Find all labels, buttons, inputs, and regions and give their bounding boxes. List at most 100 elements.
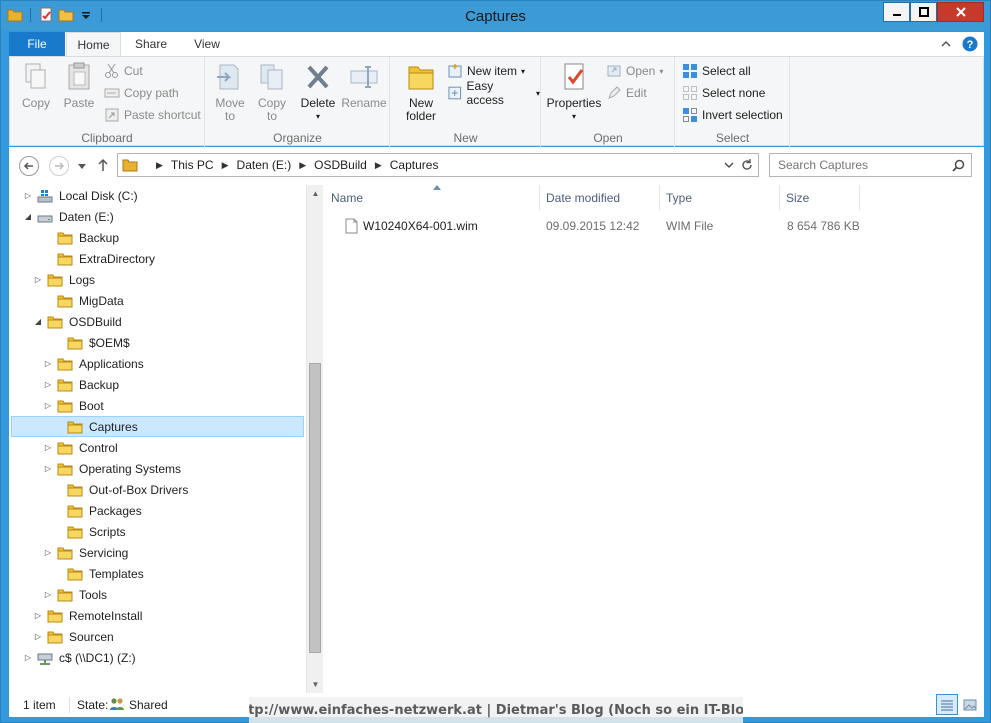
- tree-item[interactable]: ▷ Logs: [9, 269, 305, 290]
- tree-item[interactable]: ▷ RemoteInstall: [9, 605, 305, 626]
- state-label: State:: [77, 698, 109, 712]
- select-none-button[interactable]: Select none: [682, 83, 765, 103]
- file-row[interactable]: W10240X64-001.wim 09.09.2015 12:42 WIM F…: [325, 215, 865, 237]
- tree-item[interactable]: ▷ Operating Systems: [9, 458, 305, 479]
- tree-item[interactable]: $OEM$: [9, 332, 305, 353]
- tree-item[interactable]: ▷ Servicing: [9, 542, 305, 563]
- folder-icon: [57, 358, 73, 370]
- easy-access-button[interactable]: Easy access ▾: [447, 79, 540, 107]
- tree-item[interactable]: ▷ c$ (\\DC1) (Z:): [9, 647, 305, 668]
- minimize-ribbon-icon[interactable]: [940, 38, 952, 50]
- breadcrumb-captures[interactable]: Captures: [390, 158, 439, 172]
- copy-button[interactable]: Copy: [18, 61, 54, 110]
- breadcrumb-this-pc[interactable]: This PC ▶: [171, 158, 237, 172]
- tree-item[interactable]: Packages: [9, 500, 305, 521]
- tree-item[interactable]: ▷ Applications: [9, 353, 305, 374]
- expand-arrow-icon[interactable]: ▷: [23, 191, 33, 200]
- tree-item[interactable]: Captures: [11, 416, 304, 437]
- collapse-arrow-icon[interactable]: ◢: [23, 212, 33, 221]
- expand-arrow-icon[interactable]: ▷: [43, 443, 53, 452]
- file-date: 09.09.2015 12:42: [546, 219, 640, 233]
- copy-to-button[interactable]: Copy to: [254, 61, 290, 123]
- expand-arrow-icon[interactable]: ▷: [43, 590, 53, 599]
- scroll-up-icon[interactable]: ▲: [307, 185, 324, 202]
- search-box[interactable]: [769, 153, 972, 177]
- tree-item[interactable]: ▷ Local Disk (C:): [9, 185, 305, 206]
- open-button[interactable]: Open ▾: [606, 61, 663, 81]
- tree-item[interactable]: ▷ Boot: [9, 395, 305, 416]
- rename-button[interactable]: Rename: [341, 61, 387, 110]
- nav-scrollbar[interactable]: ▲ ▼: [306, 185, 323, 693]
- search-icon[interactable]: [952, 159, 965, 172]
- breadcrumb-osdbuild[interactable]: OSDBuild ▶: [314, 158, 390, 172]
- forward-button[interactable]: [49, 156, 69, 176]
- tree-item[interactable]: ▷ Backup: [9, 374, 305, 395]
- tree-item-label: c$ (\\DC1) (Z:): [59, 650, 136, 665]
- tab-file[interactable]: File: [9, 32, 65, 56]
- tree-item[interactable]: Templates: [9, 563, 305, 584]
- tree-item[interactable]: ▷ Control: [9, 437, 305, 458]
- move-to-button[interactable]: Move to: [212, 61, 248, 123]
- expand-arrow-icon[interactable]: ▷: [33, 632, 43, 641]
- column-header-date[interactable]: Date modified: [540, 185, 660, 210]
- tree-item[interactable]: MigData: [9, 290, 305, 311]
- expand-arrow-icon[interactable]: ▷: [33, 275, 43, 284]
- address-bar[interactable]: ▶ This PC ▶ Daten (E:) ▶ OSDBuild ▶ Capture…: [117, 153, 759, 177]
- expand-arrow-icon[interactable]: ▷: [43, 359, 53, 368]
- select-all-button[interactable]: Select all: [682, 61, 751, 81]
- collapse-arrow-icon[interactable]: ◢: [33, 317, 43, 326]
- cut-button[interactable]: Cut: [104, 61, 143, 81]
- organize-group-label: Organize: [273, 131, 322, 145]
- tree-item[interactable]: ◢ Daten (E:): [9, 206, 305, 227]
- up-arrow-icon[interactable]: [97, 158, 109, 172]
- new-folder-button[interactable]: New folder: [399, 61, 443, 123]
- tree-item[interactable]: Out-of-Box Drivers: [9, 479, 305, 500]
- tab-home[interactable]: Home: [66, 32, 121, 56]
- expand-arrow-icon[interactable]: ▷: [23, 653, 33, 662]
- tree-item[interactable]: ◢ OSDBuild: [9, 311, 305, 332]
- copy-path-button[interactable]: Copy path: [104, 83, 179, 103]
- scroll-down-icon[interactable]: ▼: [307, 676, 324, 693]
- maximize-button[interactable]: [910, 2, 937, 22]
- copy-path-icon: [104, 88, 120, 98]
- column-header-size[interactable]: Size: [780, 185, 860, 210]
- search-input[interactable]: [778, 158, 948, 172]
- new-item-button[interactable]: New item ▾: [447, 61, 525, 81]
- tree-item[interactable]: ExtraDirectory: [9, 248, 305, 269]
- folder-icon: [57, 253, 73, 265]
- tab-share[interactable]: Share: [127, 32, 175, 56]
- refresh-icon[interactable]: [740, 158, 754, 172]
- recent-locations-icon[interactable]: [77, 162, 87, 170]
- close-button[interactable]: [937, 2, 984, 22]
- paste-shortcut-button[interactable]: Paste shortcut: [104, 105, 201, 125]
- group-select: Select all Select none Invert selection …: [676, 57, 790, 147]
- delete-button[interactable]: Delete ▾: [298, 61, 338, 123]
- address-dropdown-icon[interactable]: [724, 161, 734, 169]
- help-icon[interactable]: ?: [962, 36, 978, 52]
- expand-arrow-icon[interactable]: ▷: [43, 464, 53, 473]
- tree-item-label: MigData: [79, 293, 124, 308]
- back-button[interactable]: [19, 156, 39, 176]
- expand-arrow-icon[interactable]: ▷: [43, 548, 53, 557]
- invert-selection-button[interactable]: Invert selection: [682, 105, 783, 125]
- tree-item[interactable]: ▷ Tools: [9, 584, 305, 605]
- column-header-name[interactable]: Name: [325, 185, 540, 210]
- column-header-type[interactable]: Type: [660, 185, 780, 210]
- tree-item[interactable]: Scripts: [9, 521, 305, 542]
- tree-item[interactable]: ▷ Sourcen: [9, 626, 305, 647]
- properties-button[interactable]: Properties ▾: [546, 61, 602, 123]
- select-none-icon: [683, 86, 697, 100]
- expand-arrow-icon[interactable]: ▷: [43, 401, 53, 410]
- delete-x-icon: [307, 65, 329, 89]
- paste-button[interactable]: Paste: [60, 61, 98, 110]
- tab-view[interactable]: View: [183, 32, 231, 56]
- breadcrumb-daten[interactable]: Daten (E:) ▶: [237, 158, 315, 172]
- expand-arrow-icon[interactable]: ▷: [43, 380, 53, 389]
- tree-item[interactable]: Backup: [9, 227, 305, 248]
- expand-arrow-icon[interactable]: ▷: [33, 611, 43, 620]
- edit-button[interactable]: Edit: [606, 83, 647, 103]
- large-icons-view-button[interactable]: [959, 694, 981, 715]
- details-view-button[interactable]: [936, 694, 958, 715]
- minimize-button[interactable]: [883, 2, 910, 22]
- scrollbar-thumb[interactable]: [309, 363, 321, 653]
